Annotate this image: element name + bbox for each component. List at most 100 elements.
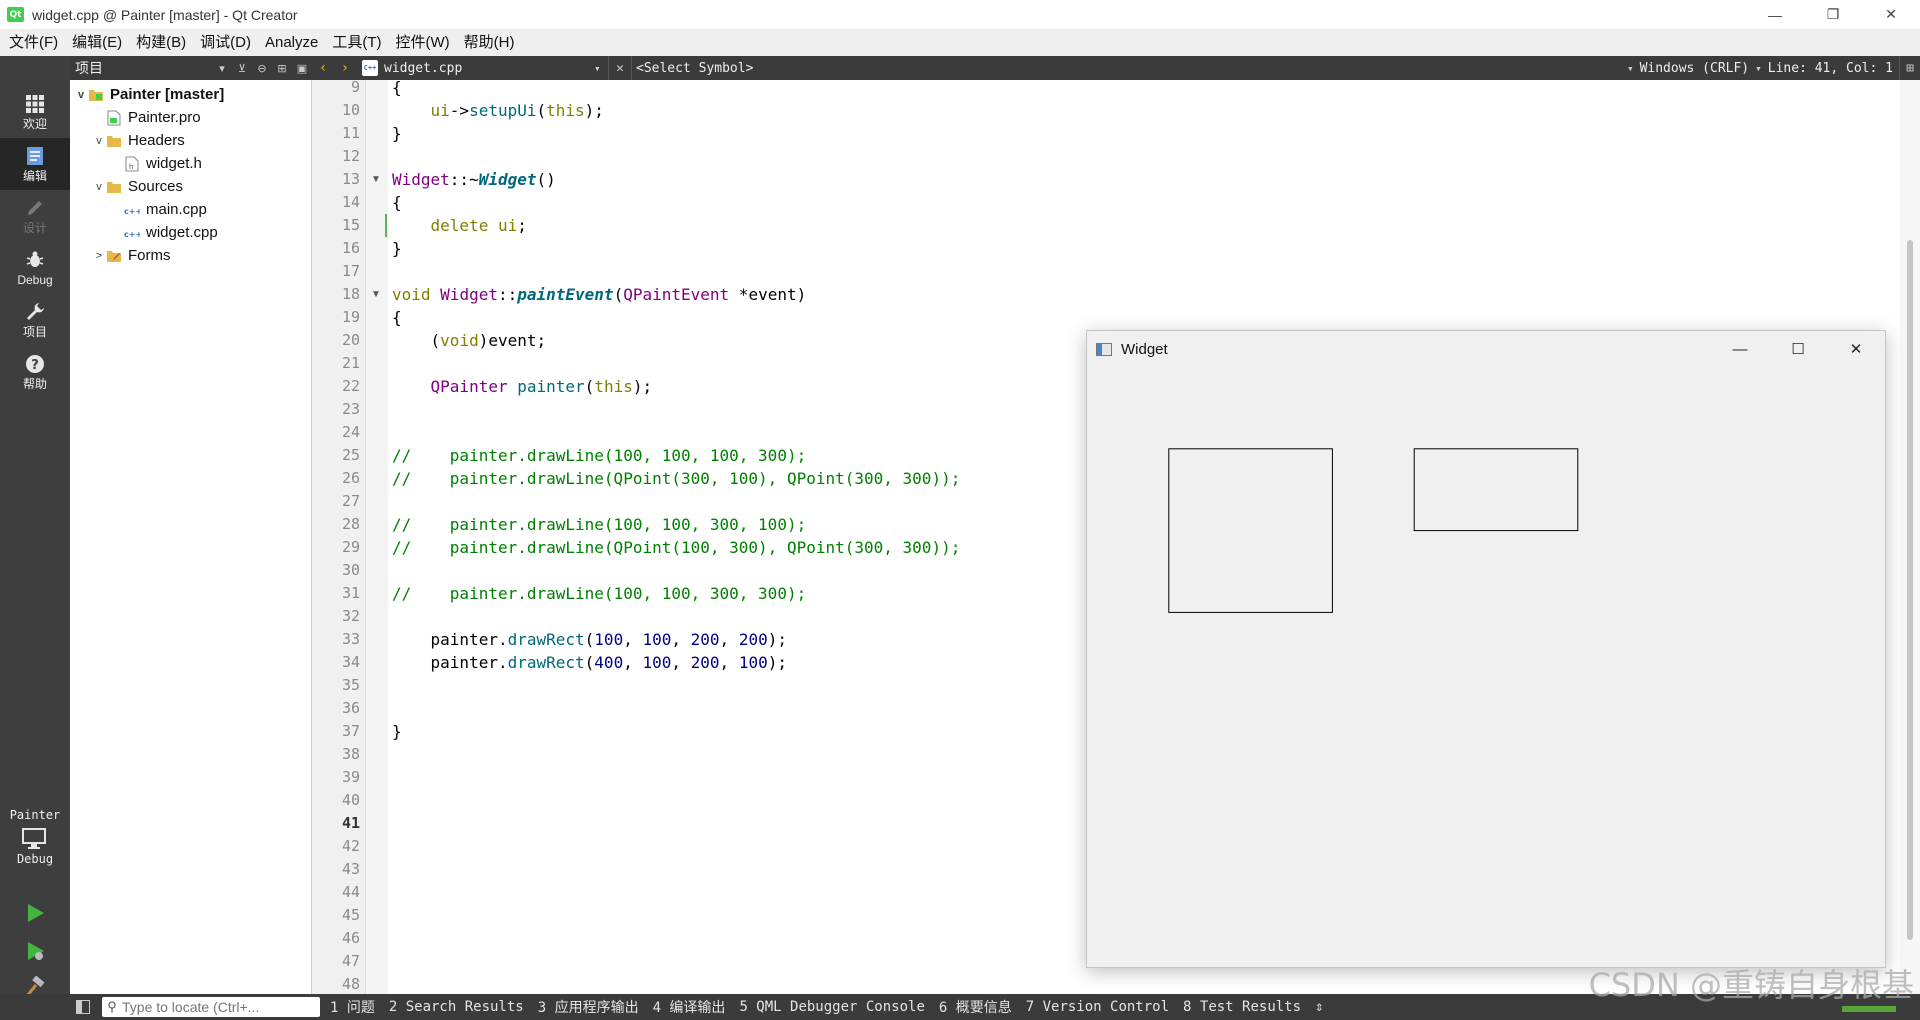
- forward-arrow-icon[interactable]: ›: [334, 60, 356, 76]
- menu-tools[interactable]: 工具(T): [325, 29, 388, 56]
- menu-analyze[interactable]: Analyze: [258, 29, 325, 56]
- output-tab-version-control[interactable]: 7 Version Control: [1026, 999, 1169, 1015]
- forms-folder-icon: [106, 249, 122, 263]
- symbol-selector[interactable]: <Select Symbol>: [636, 61, 753, 76]
- chevron-down-icon[interactable]: v: [74, 89, 88, 101]
- line-number: 47: [341, 952, 360, 970]
- kit-selector[interactable]: Painter Debug: [0, 808, 70, 866]
- mode-debug[interactable]: Debug: [0, 242, 70, 294]
- code-line[interactable]: // painter.drawLine(QPoint(100, 300), QP…: [392, 536, 960, 559]
- code-line[interactable]: {: [392, 306, 402, 329]
- filter-icon[interactable]: ⊻: [235, 61, 249, 75]
- close-document-icon[interactable]: ✕: [609, 61, 631, 76]
- menu-edit[interactable]: 编辑(E): [65, 29, 129, 56]
- split-icon[interactable]: ⊞: [275, 61, 289, 75]
- split-editor-icon[interactable]: ⊞: [1900, 61, 1920, 76]
- run-button[interactable]: [20, 898, 50, 928]
- tree-item-headers[interactable]: v Headers: [92, 129, 184, 152]
- code-line[interactable]: delete ui;: [392, 214, 527, 237]
- widget-close-button[interactable]: ✕: [1827, 331, 1885, 367]
- menu-help[interactable]: 帮助(H): [457, 29, 522, 56]
- code-line[interactable]: }: [392, 237, 402, 260]
- vertical-scrollbar[interactable]: [1900, 80, 1920, 994]
- fold-marker-icon[interactable]: ▼: [371, 283, 381, 306]
- bug-icon: [24, 249, 46, 271]
- code-line[interactable]: {: [392, 191, 402, 214]
- line-number: 9: [350, 78, 360, 96]
- widget-maximize-button[interactable]: ☐: [1769, 331, 1827, 367]
- mode-edit[interactable]: 编辑: [0, 138, 70, 190]
- mode-welcome[interactable]: 欢迎: [0, 86, 70, 138]
- mode-projects[interactable]: 项目: [0, 294, 70, 346]
- dropdown-arrow-icon[interactable]: ▾: [1627, 62, 1634, 75]
- more-tabs-icon[interactable]: ⇕: [1315, 999, 1323, 1015]
- code-line[interactable]: QPainter painter(this);: [392, 375, 653, 398]
- code-line[interactable]: painter.drawRect(400, 100, 200, 100);: [392, 651, 787, 674]
- tree-item-widget-h[interactable]: h widget.h: [124, 152, 202, 175]
- output-tab-issues[interactable]: 1 问题: [330, 997, 375, 1017]
- chevron-right-icon[interactable]: >: [92, 250, 106, 262]
- tree-item-project[interactable]: v Painter [master]: [74, 83, 224, 106]
- project-view-selector[interactable]: 项目: [75, 58, 215, 78]
- output-tab-general-messages[interactable]: 6 概要信息: [939, 997, 1012, 1017]
- chevron-down-icon[interactable]: v: [92, 135, 106, 147]
- widget-title-bar[interactable]: Widget — ☐ ✕: [1087, 331, 1885, 367]
- link-icon[interactable]: ⊖: [255, 61, 269, 75]
- dropdown-arrow-icon[interactable]: ▾: [594, 62, 608, 75]
- scrollbar-thumb[interactable]: [1907, 240, 1913, 940]
- code-line[interactable]: Widget::~Widget(): [392, 168, 556, 191]
- tree-item-main-cpp[interactable]: c++ main.cpp: [124, 198, 207, 221]
- chevron-down-icon[interactable]: v: [92, 181, 106, 193]
- output-tab-application-output[interactable]: 3 应用程序输出: [538, 997, 639, 1017]
- tree-item-label: Painter [master]: [110, 86, 225, 103]
- output-tab-test-results[interactable]: 8 Test Results: [1183, 999, 1301, 1015]
- tree-item-forms[interactable]: > Forms: [92, 244, 171, 267]
- menu-debug[interactable]: 调试(D): [193, 29, 258, 56]
- restore-button[interactable]: ❐: [1804, 0, 1862, 29]
- cursor-position[interactable]: Line: 41, Col: 1: [1768, 61, 1893, 76]
- line-number: 41: [341, 814, 360, 832]
- code-line[interactable]: // painter.drawLine(QPoint(300, 100), QP…: [392, 467, 960, 490]
- mode-label: 设计: [22, 221, 47, 235]
- code-line[interactable]: // painter.drawLine(100, 100, 300, 100);: [392, 513, 806, 536]
- code-line[interactable]: painter.drawRect(100, 100, 200, 200);: [392, 628, 787, 651]
- output-tab-compile-output[interactable]: 4 编译输出: [653, 997, 726, 1017]
- fold-marker-icon[interactable]: ▼: [371, 168, 381, 191]
- code-line[interactable]: }: [392, 720, 402, 743]
- back-arrow-icon[interactable]: ‹: [312, 60, 334, 76]
- minimize-button[interactable]: —: [1746, 0, 1804, 29]
- menu-file[interactable]: 文件(F): [2, 29, 65, 56]
- tree-item-sources[interactable]: v Sources: [92, 175, 183, 198]
- widget-minimize-button[interactable]: —: [1711, 331, 1769, 367]
- line-ending-selector[interactable]: Windows (CRLF): [1640, 61, 1750, 76]
- line-number: 28: [341, 515, 360, 533]
- output-tab-search-results[interactable]: 2 Search Results: [389, 999, 524, 1015]
- debug-run-button[interactable]: [20, 936, 50, 966]
- menu-controls[interactable]: 控件(W): [389, 29, 457, 56]
- locator-input[interactable]: ⚲ Type to locate (Ctrl+...: [102, 997, 320, 1017]
- code-line[interactable]: ui->setupUi(this);: [392, 99, 604, 122]
- output-tab-qml-debugger[interactable]: 5 QML Debugger Console: [739, 999, 924, 1015]
- toggle-sidebar-icon[interactable]: [76, 1000, 90, 1014]
- tree-item-pro-file[interactable]: Painter.pro: [106, 106, 201, 129]
- close-button[interactable]: ✕: [1862, 0, 1920, 29]
- menu-build[interactable]: 构建(B): [129, 29, 193, 56]
- code-line[interactable]: void Widget::paintEvent(QPaintEvent *eve…: [392, 283, 806, 306]
- line-number: 40: [341, 791, 360, 809]
- mode-help[interactable]: ? 帮助: [0, 346, 70, 398]
- code-line[interactable]: // painter.drawLine(100, 100, 100, 300);: [392, 444, 806, 467]
- widget-window[interactable]: Widget — ☐ ✕: [1086, 330, 1886, 968]
- dropdown-arrow-icon[interactable]: ▾: [215, 61, 229, 75]
- code-line[interactable]: {: [392, 76, 402, 99]
- target-project: Painter: [9, 808, 61, 822]
- tree-item-widget-cpp[interactable]: c++ widget.cpp: [124, 221, 218, 244]
- open-document-selector[interactable]: widget.cpp: [384, 61, 594, 76]
- document-icon: [24, 145, 46, 167]
- code-line[interactable]: }: [392, 122, 402, 145]
- mode-design[interactable]: 设计: [0, 190, 70, 242]
- close-panel-icon[interactable]: ▣: [295, 61, 309, 75]
- code-line[interactable]: (void)event;: [392, 329, 547, 352]
- cpp-file-icon: c++: [124, 226, 140, 240]
- code-line[interactable]: // painter.drawLine(100, 100, 300, 300);: [392, 582, 806, 605]
- dropdown-arrow-icon[interactable]: ▾: [1755, 62, 1762, 75]
